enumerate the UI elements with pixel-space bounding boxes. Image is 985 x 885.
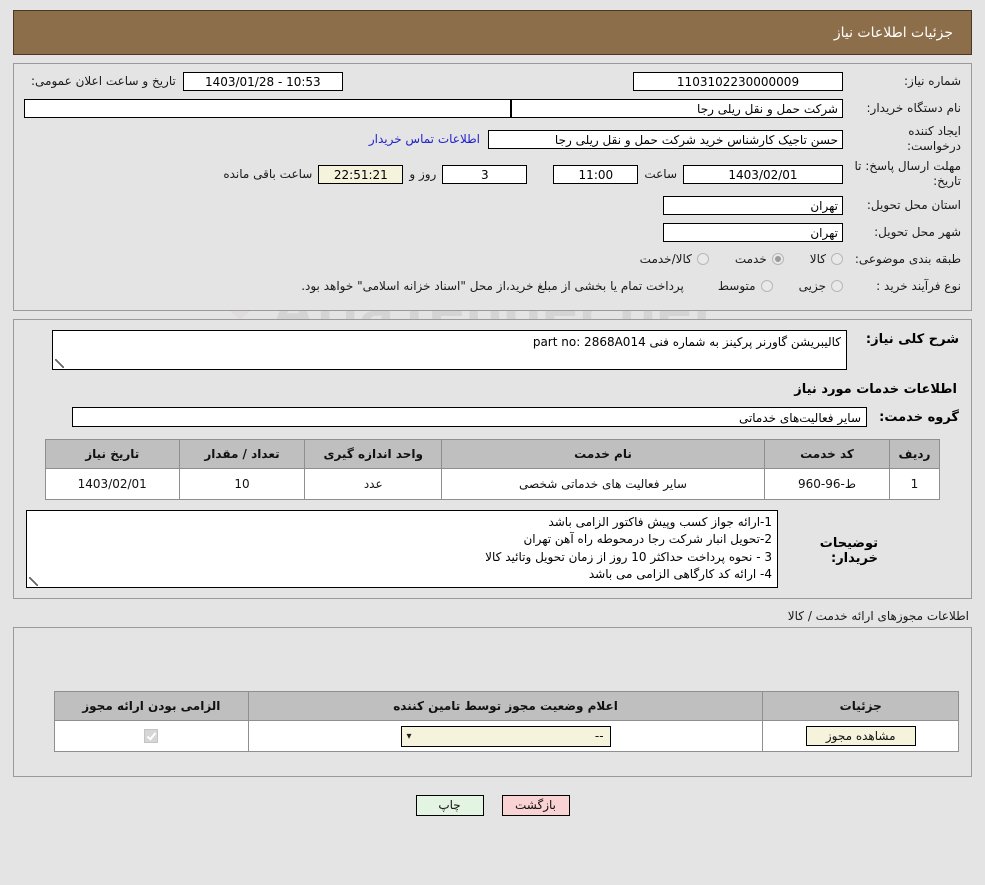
- cell-permit-required: [54, 720, 249, 752]
- need-number-label: شماره نیاز:: [904, 73, 961, 88]
- th-service-name: نام خدمت: [440, 439, 766, 469]
- announce-datetime-field[interactable]: 10:53 - 1403/01/28: [182, 71, 343, 91]
- radio-category-goods-service[interactable]: کالا/خدمت: [640, 252, 709, 266]
- request-creator-label: ایجاد کننده درخواست:: [907, 124, 961, 153]
- buyer-org-label: نام دستگاه خریدار:: [866, 100, 962, 115]
- services-table: ردیف کد خدمت نام خدمت واحد اندازه گیری ت…: [45, 439, 941, 500]
- buyer-notes-label: توضیحات خریدار:: [819, 536, 878, 566]
- permit-status-value: --: [594, 728, 604, 743]
- delivery-city-label: شهر محل تحویل:: [874, 224, 961, 239]
- radio-process-minor-label: جزیی: [798, 279, 826, 293]
- radio-category-goods-service-label: کالا/خدمت: [639, 252, 692, 266]
- back-button[interactable]: بازگشت: [501, 795, 570, 816]
- delivery-province-label: استان محل تحویل:: [866, 197, 961, 212]
- delivery-city-field[interactable]: تهران: [663, 222, 843, 242]
- row-need-number: شماره نیاز: 1103102230000009 10:53 - 140…: [24, 70, 961, 92]
- radio-process-medium[interactable]: متوسط: [718, 279, 773, 293]
- th-quantity: تعداد / مقدار: [178, 439, 306, 469]
- row-delivery-province: استان محل تحویل: تهران: [24, 194, 961, 216]
- row-buyer-org: نام دستگاه خریدار: شرکت حمل و نقل ریلی ر…: [24, 97, 961, 119]
- row-buyer-notes: توضیحات خریدار: 1-ارائه جواز کسب وپیش فا…: [26, 510, 959, 588]
- cell-service-name: سایر فعالیت های خدماتی شخصی: [440, 468, 766, 500]
- radio-circle-selected-icon: [771, 253, 784, 265]
- cell-permit-status: -- ▾: [247, 720, 764, 752]
- table-row: 1 ط-96-960 سایر فعالیت های خدماتی شخصی ع…: [45, 468, 941, 500]
- th-permit-required: الزامی بودن ارائه مجوز: [54, 691, 249, 721]
- deadline-time-field[interactable]: 11:00: [553, 164, 639, 184]
- remaining-days-field[interactable]: 3: [442, 164, 528, 184]
- permits-table: جزئیات اعلام وضعیت مجوز توسط تامین کننده…: [54, 691, 959, 752]
- th-permit-status: اعلام وضعیت مجوز توسط تامین کننده: [247, 691, 764, 721]
- buyer-org-field[interactable]: شرکت حمل و نقل ریلی رجا: [511, 98, 843, 118]
- need-info-panel: شماره نیاز: 1103102230000009 10:53 - 140…: [13, 63, 972, 311]
- radio-category-service-label: خدمت: [734, 252, 767, 266]
- services-table-header-row: ردیف کد خدمت نام خدمت واحد اندازه گیری ت…: [45, 439, 941, 469]
- row-request-creator: ایجاد کننده درخواست: حسن تاجیک کارشناس خ…: [24, 124, 961, 154]
- view-permit-button[interactable]: مشاهده مجوز: [805, 726, 916, 746]
- cell-permit-details: مشاهده مجوز: [762, 720, 959, 752]
- permits-caption: اطلاعات مجوزهای ارائه خدمت / کالا: [787, 609, 969, 623]
- need-details-panel: شرح کلی نیاز: کالیبریشن گاورنر پرکینز به…: [13, 319, 972, 599]
- purchase-process-label: نوع فرآیند خرید :: [876, 278, 961, 293]
- buyer-contact-link[interactable]: اطلاعات تماس خریدار: [361, 132, 488, 146]
- subject-category-label: طبقه بندی موضوعی:: [854, 251, 961, 266]
- service-group-field[interactable]: سایر فعالیت‌های خدماتی: [72, 407, 867, 427]
- delivery-province-field[interactable]: تهران: [663, 195, 843, 215]
- announce-datetime-label: تاریخ و ساعت اعلان عمومی:: [31, 74, 176, 88]
- cell-need-date: 1403/02/01: [45, 468, 180, 500]
- row-delivery-city: شهر محل تحویل: تهران: [24, 221, 961, 243]
- radio-category-goods-label: کالا: [809, 252, 826, 266]
- response-deadline-label: مهلت ارسال پاسخ: تا تاریخ:: [854, 159, 961, 188]
- cell-row-no: 1: [888, 468, 941, 500]
- service-group-label: گروه خدمت:: [879, 409, 959, 425]
- radio-circle-icon: [760, 280, 773, 292]
- th-unit: واحد اندازه گیری: [304, 439, 442, 469]
- need-description-label: شرح کلی نیاز:: [865, 332, 959, 347]
- footer-actions: بازگشت چاپ: [0, 795, 985, 816]
- remaining-time-field: 22:51:21: [318, 164, 404, 184]
- permit-required-checkbox: [144, 729, 159, 744]
- radio-process-medium-label: متوسط: [717, 279, 756, 293]
- permits-table-header-row: جزئیات اعلام وضعیت مجوز توسط تامین کننده…: [54, 691, 959, 721]
- need-number-field[interactable]: 1103102230000009: [633, 71, 843, 91]
- cell-unit: عدد: [304, 468, 442, 500]
- payment-note: پرداخت تمام یا بخشی از مبلغ خرید،از محل …: [301, 279, 684, 293]
- row-need-description: شرح کلی نیاز: کالیبریشن گاورنر پرکینز به…: [26, 330, 959, 370]
- row-service-group: گروه خدمت: سایر فعالیت‌های خدماتی: [26, 407, 959, 427]
- radio-circle-icon: [831, 280, 843, 292]
- buyer-org-extra-field[interactable]: [24, 98, 512, 118]
- th-need-date: تاریخ نیاز: [45, 439, 180, 469]
- cell-quantity: 10: [178, 468, 306, 500]
- buyer-notes-textarea[interactable]: 1-ارائه جواز کسب وپیش فاکتور الزامی باشد…: [26, 510, 778, 588]
- purchase-process-radio-group: جزیی متوسط: [692, 279, 843, 293]
- th-row-no: ردیف: [888, 439, 941, 469]
- cell-service-code: ط-96-960: [764, 468, 890, 500]
- chevron-down-icon: ▾: [406, 730, 412, 742]
- permits-panel: جزئیات اعلام وضعیت مجوز توسط تامین کننده…: [13, 627, 972, 777]
- radio-category-goods[interactable]: کالا: [810, 252, 843, 266]
- page-title: جزئیات اطلاعات نیاز: [13, 10, 972, 55]
- permit-status-select[interactable]: -- ▾: [400, 725, 611, 747]
- radio-circle-icon: [831, 253, 843, 265]
- radio-process-minor[interactable]: جزیی: [799, 279, 843, 293]
- request-creator-field[interactable]: حسن تاجیک کارشناس خرید شرکت حمل و نقل ری…: [488, 129, 843, 149]
- table-row: مشاهده مجوز -- ▾: [54, 720, 959, 752]
- deadline-hour-label: ساعت: [644, 167, 677, 181]
- services-section-title: اطلاعات خدمات مورد نیاز: [794, 382, 957, 397]
- print-button[interactable]: چاپ: [415, 795, 484, 816]
- deadline-date-field[interactable]: 1403/02/01: [683, 164, 843, 184]
- row-subject-category: طبقه بندی موضوعی: کالا خدمت کالا/خدمت: [24, 248, 961, 270]
- row-purchase-process: نوع فرآیند خرید : جزیی متوسط پرداخت تمام…: [24, 275, 961, 297]
- need-description-textarea[interactable]: کالیبریشن گاورنر پرکینز به شماره فنی par…: [52, 330, 847, 370]
- remaining-days-label: روز و: [409, 167, 437, 181]
- row-response-deadline: مهلت ارسال پاسخ: تا تاریخ: 1403/02/01 سا…: [24, 159, 961, 189]
- th-permit-details: جزئیات: [762, 691, 959, 721]
- th-service-code: کد خدمت: [764, 439, 890, 469]
- subject-category-radio-group: کالا خدمت کالا/خدمت: [614, 252, 843, 266]
- remaining-suffix-label: ساعت باقی مانده: [223, 167, 313, 181]
- radio-category-service[interactable]: خدمت: [735, 252, 784, 266]
- radio-circle-icon: [696, 253, 709, 265]
